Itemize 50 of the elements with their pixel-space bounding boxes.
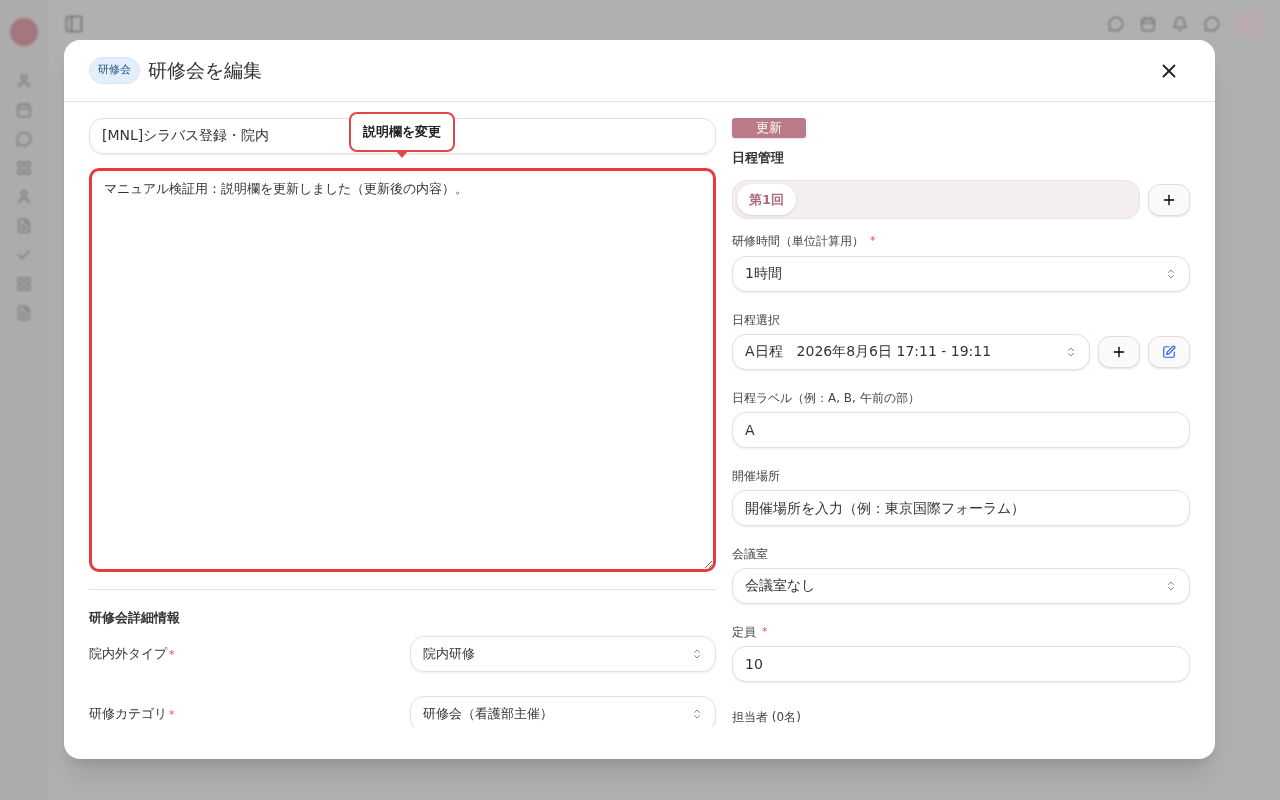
field-label: 定員	[732, 623, 756, 640]
field-label: 日程選択	[732, 311, 780, 328]
chevrons-icon	[1165, 267, 1177, 280]
description-field[interactable]: マニュアル検証用：説明欄を更新しました（更新後の内容）。	[89, 168, 716, 572]
edit-icon	[1162, 344, 1176, 359]
bell-icon[interactable]	[1172, 16, 1188, 32]
text-field[interactable]: 10	[732, 646, 1190, 682]
chat-icon[interactable]	[16, 131, 32, 147]
field-label: 院内外タイプ*	[89, 644, 176, 663]
callout-pointer	[396, 150, 408, 158]
field-label: 担当者 (0名)	[732, 710, 801, 724]
calendar-icon[interactable]	[16, 102, 32, 118]
text-field[interactable]: A	[732, 411, 1190, 448]
text-field[interactable]: 開催場所を入力（例：東京国際フォーラム）	[732, 489, 1190, 526]
add-session-button[interactable]	[1148, 183, 1190, 216]
required-mark: *	[169, 707, 175, 721]
select-field[interactable]: 1時間	[732, 255, 1190, 292]
session-tab[interactable]: 第1回	[737, 184, 797, 215]
select-field[interactable]: A日程 2026年8月6日 17:11 - 19:11	[732, 333, 1090, 370]
chevrons-icon	[1165, 579, 1177, 592]
calendar-icon[interactable]	[1140, 16, 1156, 32]
field-label: 研修時間（単位計算用）	[732, 233, 864, 250]
document-icon[interactable]	[16, 218, 32, 234]
field-label: 研修カテゴリ*	[89, 704, 176, 723]
select-field[interactable]: 会議室なし	[732, 567, 1190, 604]
dialog-title: 研修会を編集	[148, 58, 262, 84]
select-field[interactable]: 院内研修	[410, 635, 716, 672]
user-icon[interactable]	[16, 189, 32, 205]
field-label: 会議室	[732, 545, 768, 562]
required-mark: *	[762, 623, 768, 640]
edit-button[interactable]	[1148, 335, 1190, 368]
add-button[interactable]	[1098, 335, 1140, 368]
field-label: 開催場所	[732, 467, 780, 484]
field-label: 日程ラベル（例：A, B, 午前の部）	[732, 389, 920, 406]
chat-icon[interactable]	[1204, 16, 1220, 32]
grid-icon[interactable]	[16, 160, 32, 176]
user-icon[interactable]	[16, 73, 32, 89]
category-badge: 研修会	[89, 57, 140, 84]
sidebar-toggle-icon[interactable]	[64, 14, 84, 34]
required-mark: *	[169, 647, 175, 661]
chevrons-icon	[691, 647, 703, 660]
chat-icon[interactable]	[1108, 16, 1124, 32]
grid-icon[interactable]	[16, 276, 32, 292]
logo-icon	[10, 18, 38, 46]
section-heading: 研修会詳細情報	[89, 609, 181, 627]
required-mark: *	[870, 233, 876, 249]
chevrons-icon	[691, 707, 703, 720]
section-heading: 日程管理	[732, 148, 785, 167]
chevrons-icon	[1065, 345, 1077, 358]
document-icon[interactable]	[16, 305, 32, 321]
